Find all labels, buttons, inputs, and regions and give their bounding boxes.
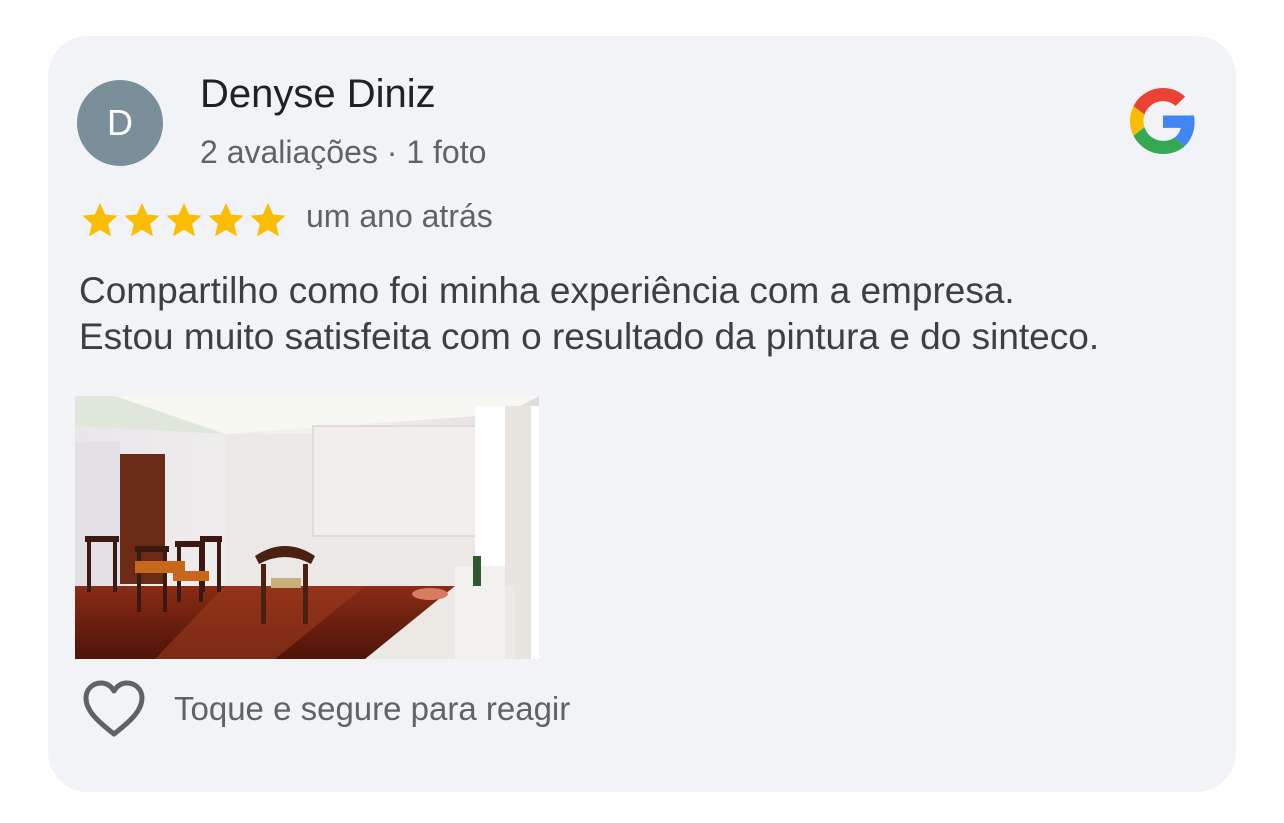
heart-icon[interactable] — [82, 680, 146, 738]
star-icon — [208, 203, 244, 237]
reaction-label: Toque e segure para reagir — [174, 690, 571, 727]
author-name[interactable]: Denyse Diniz — [200, 72, 436, 117]
star-icon — [124, 203, 160, 237]
reaction-bar[interactable]: Toque e segure para reagir — [82, 680, 570, 738]
author-meta: 2 avaliações · 1 foto — [200, 134, 487, 170]
star-icon — [166, 203, 202, 237]
review-text-line: Compartilho como foi minha experiência c… — [79, 270, 1015, 311]
star-icon — [82, 203, 118, 237]
star-icon — [250, 203, 286, 237]
review-photo[interactable] — [75, 396, 539, 659]
review-text: Compartilho como foi minha experiência c… — [79, 268, 1219, 360]
google-logo-icon — [1130, 88, 1195, 154]
avatar-initial: D — [107, 102, 133, 143]
avatar[interactable]: D — [77, 80, 163, 166]
living-room-photo — [75, 396, 539, 659]
review-text-line: Estou muito satisfeita com o resultado d… — [79, 316, 1100, 357]
rating-stars — [80, 200, 288, 242]
review-time: um ano atrás — [306, 198, 493, 234]
